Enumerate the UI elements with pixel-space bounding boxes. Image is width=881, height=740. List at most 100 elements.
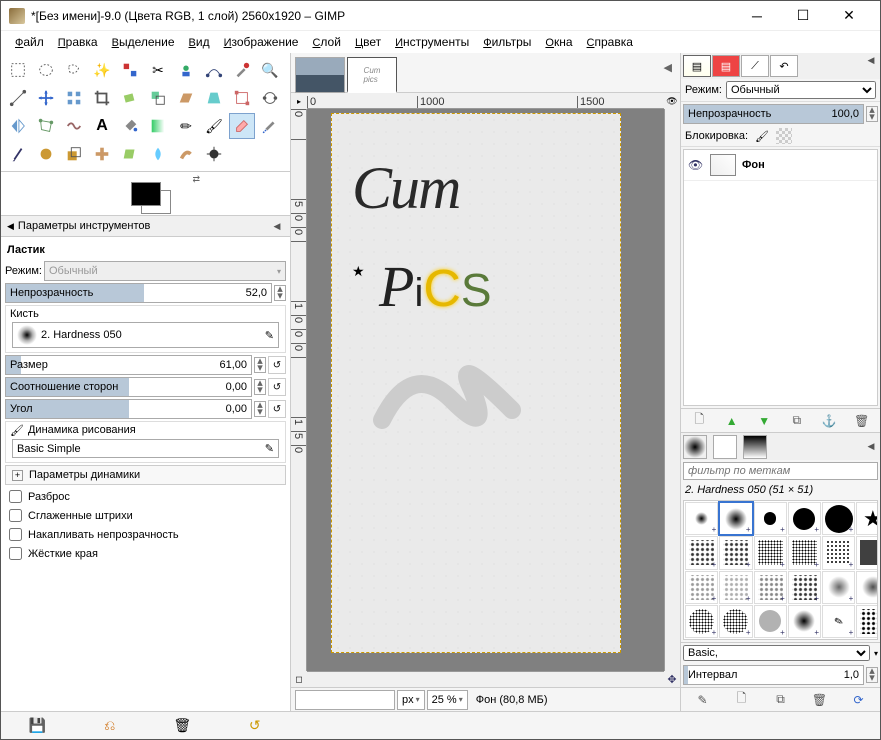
menu-tools[interactable]: Инструменты	[389, 33, 475, 51]
tool-flip[interactable]	[5, 113, 31, 139]
brush-preset[interactable]: +	[822, 536, 855, 569]
lower-layer-icon[interactable]: ▼	[755, 412, 773, 430]
dock-menu-icon[interactable]: ◀	[270, 221, 284, 232]
scatter-checkbox[interactable]: Разброс	[3, 487, 288, 506]
tool-scale[interactable]	[145, 85, 171, 111]
tool-align[interactable]	[61, 85, 87, 111]
tool-perspective-clone[interactable]	[117, 141, 143, 167]
canvas-scroll-area[interactable]: Cum ★ PiCS	[307, 109, 664, 671]
tool-airbrush[interactable]	[257, 113, 283, 139]
channels-tab[interactable]: ▤	[712, 55, 740, 77]
tool-scissors[interactable]: ✂	[145, 57, 171, 83]
delete-layer-icon[interactable]: 🗑	[853, 412, 871, 430]
brush-preset[interactable]: +	[719, 605, 752, 638]
dynamics-edit-icon[interactable]: ✎	[265, 442, 274, 455]
aspect-reset-button[interactable]: ↺	[268, 378, 286, 396]
layers-dock-menu-icon[interactable]: ◀	[864, 55, 878, 77]
tool-unified-transform[interactable]	[229, 85, 255, 111]
zoom-selector[interactable]: 25 %▾	[427, 690, 468, 710]
angle-spinner[interactable]: ▴▾	[254, 401, 266, 417]
brush-preset[interactable]: +	[754, 502, 787, 535]
tool-rotate[interactable]	[117, 85, 143, 111]
tool-clone[interactable]	[61, 141, 87, 167]
quickmask-icon[interactable]: ◻	[291, 671, 307, 687]
ruler-vertical[interactable]: 05001000150	[291, 109, 307, 671]
tool-color-picker[interactable]	[229, 57, 255, 83]
tool-rect-select[interactable]	[5, 57, 31, 83]
tool-crop[interactable]	[89, 85, 115, 111]
delete-brush-icon[interactable]: 🗑	[811, 691, 829, 709]
minimize-button[interactable]: ─	[734, 1, 780, 31]
tool-free-select[interactable]	[61, 57, 87, 83]
duplicate-layer-icon[interactable]: ⧉	[788, 412, 806, 430]
dynamics-params-expander[interactable]: +Параметры динамики	[5, 465, 286, 485]
menu-image[interactable]: Изображение	[218, 33, 305, 51]
ruler-horizontal[interactable]: 010001500	[307, 93, 664, 109]
layer-opacity-spinner[interactable]: ▴▾	[866, 106, 878, 122]
angle-reset-button[interactable]: ↺	[268, 400, 286, 418]
tool-shear[interactable]	[173, 85, 199, 111]
brush-preset[interactable]: +	[788, 571, 821, 604]
tool-handle-transform[interactable]	[257, 85, 283, 111]
brush-grid[interactable]: + + + + + ★+ + + + + + + + + + + + + + +…	[683, 500, 878, 640]
paths-tab[interactable]: ⟋	[741, 55, 769, 77]
menu-edit[interactable]: Правка	[52, 33, 104, 51]
quickmask-toggle[interactable]: 👁	[664, 93, 680, 109]
anchor-layer-icon[interactable]: ⚓	[820, 412, 838, 430]
brush-preset[interactable]: +	[754, 605, 787, 638]
duplicate-brush-icon[interactable]: ⧉	[772, 691, 790, 709]
layers-list[interactable]: 👁 Фон	[683, 149, 878, 406]
tool-smudge[interactable]	[173, 141, 199, 167]
lock-alpha-icon[interactable]	[776, 128, 792, 144]
document-tab-2[interactable]: Cumpics	[347, 57, 397, 93]
opacity-slider[interactable]: Непрозрачность 52,0	[5, 283, 272, 303]
dynamics-picker[interactable]: Basic Simple ✎	[12, 439, 279, 458]
reset-options-icon[interactable]: ↺	[246, 717, 264, 735]
tool-fuzzy-select[interactable]: ✨	[89, 57, 115, 83]
restore-options-icon[interactable]: ⎌	[101, 717, 119, 735]
scrollbar-vertical[interactable]	[664, 109, 680, 671]
menu-select[interactable]: Выделение	[106, 33, 181, 51]
aspect-slider[interactable]: Соотношение сторон 0,00	[5, 377, 252, 397]
brush-preset[interactable]: +	[788, 502, 821, 535]
tool-mypaint[interactable]	[33, 141, 59, 167]
menu-layer[interactable]: Слой	[306, 33, 346, 51]
brush-preset[interactable]: +	[685, 571, 718, 604]
foreground-color-swatch[interactable]	[131, 182, 161, 206]
tool-paths[interactable]	[201, 57, 227, 83]
brush-edit-icon[interactable]: ✎	[265, 329, 274, 342]
menu-windows[interactable]: Окна	[539, 33, 578, 51]
accumulate-checkbox[interactable]: Накапливать непрозрачность	[3, 525, 288, 544]
menu-color[interactable]: Цвет	[349, 33, 387, 51]
tool-cage[interactable]	[33, 113, 59, 139]
brush-preset[interactable]: +	[719, 536, 752, 569]
brush-preset[interactable]: +	[685, 605, 718, 638]
angle-slider[interactable]: Угол 0,00	[5, 399, 252, 419]
size-reset-button[interactable]: ↺	[268, 356, 286, 374]
new-layer-icon[interactable]: 🗋	[690, 412, 708, 430]
brush-preset[interactable]: +	[719, 502, 752, 535]
raise-layer-icon[interactable]: ▲	[723, 412, 741, 430]
menu-help[interactable]: Справка	[581, 33, 639, 51]
document-tab-1[interactable]	[295, 57, 345, 93]
tool-ellipse-select[interactable]	[33, 57, 59, 83]
menu-filters[interactable]: Фильтры	[477, 33, 537, 51]
tool-text[interactable]: A	[89, 113, 115, 139]
brush-preset[interactable]: +	[788, 605, 821, 638]
tool-paintbrush[interactable]: 🖌	[201, 113, 227, 139]
tool-perspective[interactable]	[201, 85, 227, 111]
brush-preset[interactable]: ★+	[856, 502, 878, 535]
unit-selector[interactable]: px▾	[397, 690, 425, 710]
tool-move[interactable]	[33, 85, 59, 111]
tool-gradient[interactable]	[145, 113, 171, 139]
tool-measure[interactable]	[5, 85, 31, 111]
layer-visibility-icon[interactable]: 👁	[688, 158, 704, 172]
swap-colors-icon[interactable]: ⇄	[192, 174, 200, 185]
brush-preset[interactable]: +	[856, 536, 878, 569]
brush-picker[interactable]: 2. Hardness 050 ✎	[12, 322, 279, 348]
brush-interval-slider[interactable]: Интервал 1,0	[683, 665, 864, 685]
brush-preset[interactable]: +	[754, 536, 787, 569]
brush-preset[interactable]: +	[685, 536, 718, 569]
brush-preset[interactable]: +	[754, 571, 787, 604]
lock-pixels-icon[interactable]: 🖌	[754, 128, 770, 144]
